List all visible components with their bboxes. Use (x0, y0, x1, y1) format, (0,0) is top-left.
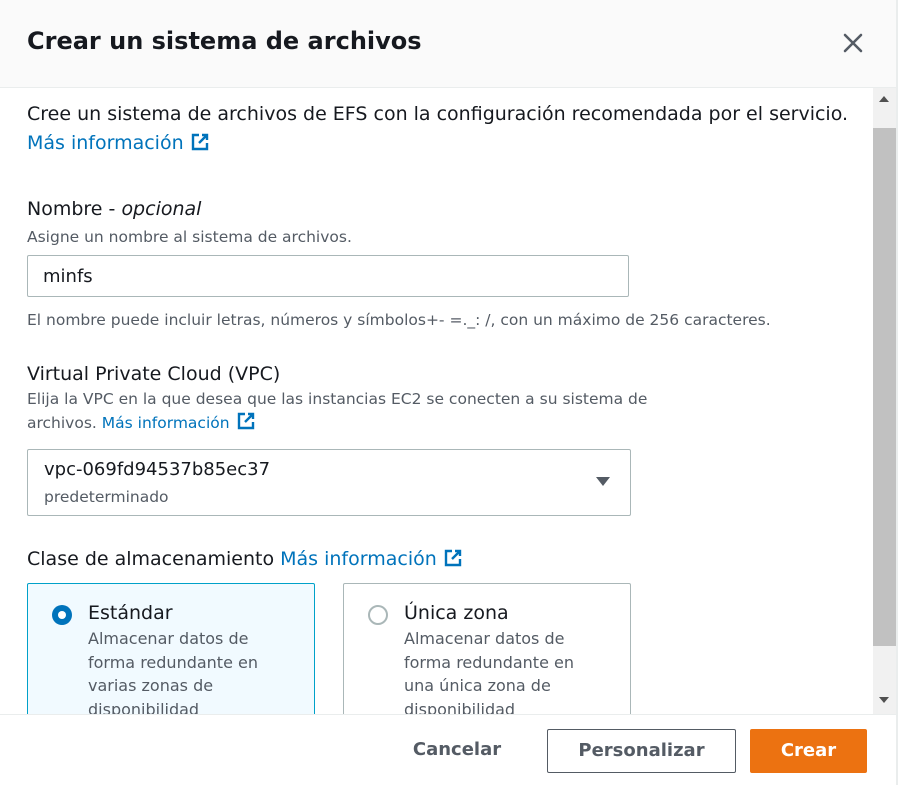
vpc-description: Elija la VPC en la que desea que las ins… (27, 390, 648, 432)
vpc-learn-more-link[interactable]: Más información (102, 412, 256, 432)
caret-down-icon (596, 477, 610, 486)
scrollbar[interactable] (873, 88, 896, 714)
customize-button[interactable]: Personalizar (547, 729, 736, 773)
dialog-footer: Cancelar Personalizar Crear (0, 714, 896, 786)
vpc-select[interactable]: vpc-069fd94537b85ec37 predeterminado (27, 449, 631, 516)
external-link-icon (237, 412, 254, 430)
create-button[interactable]: Crear (750, 729, 867, 773)
name-constraint: El nombre puede incluir letras, números … (27, 311, 771, 329)
learn-more-link[interactable]: Más información (27, 132, 210, 154)
radio-unselected[interactable] (368, 605, 388, 625)
external-link-icon (444, 549, 461, 567)
vpc-label: Virtual Private Cloud (VPC) (27, 363, 281, 385)
cancel-button[interactable]: Cancelar (400, 729, 514, 773)
storage-option-one-zone[interactable]: Única zona Almacenar datos de forma redu… (343, 583, 631, 714)
name-input[interactable]: minfs (27, 255, 629, 297)
name-description: Asigne un nombre al sistema de archivos. (27, 228, 352, 246)
name-label: Nombre - opcional (27, 198, 202, 220)
scroll-up-arrow-icon[interactable] (879, 96, 889, 102)
dialog-description: Cree un sistema de archivos de EFS con l… (27, 103, 849, 154)
option-name: Estándar (88, 602, 173, 624)
storage-learn-more-link[interactable]: Más información (280, 548, 463, 570)
vpc-selected-value: vpc-069fd94537b85ec37 (44, 459, 271, 480)
external-link-icon (191, 133, 208, 151)
scroll-thumb[interactable] (873, 128, 896, 646)
close-button[interactable] (838, 28, 868, 58)
storage-option-standard[interactable]: Estándar Almacenar datos de forma redund… (27, 583, 315, 714)
storage-class-label: Clase de almacenamiento Más información (27, 548, 463, 570)
radio-selected[interactable] (52, 605, 72, 625)
option-name: Única zona (404, 602, 509, 624)
close-icon (843, 33, 863, 53)
vpc-selected-tag: predeterminado (44, 488, 169, 506)
option-description: Almacenar datos de forma redundante en v… (88, 629, 258, 714)
option-description: Almacenar datos de forma redundante en u… (404, 629, 574, 714)
dialog-body: Cree un sistema de archivos de EFS con l… (0, 88, 872, 714)
scroll-down-arrow-icon[interactable] (879, 697, 889, 703)
dialog-header: Crear un sistema de archivos (0, 0, 896, 88)
dialog-title: Crear un sistema de archivos (27, 27, 422, 55)
